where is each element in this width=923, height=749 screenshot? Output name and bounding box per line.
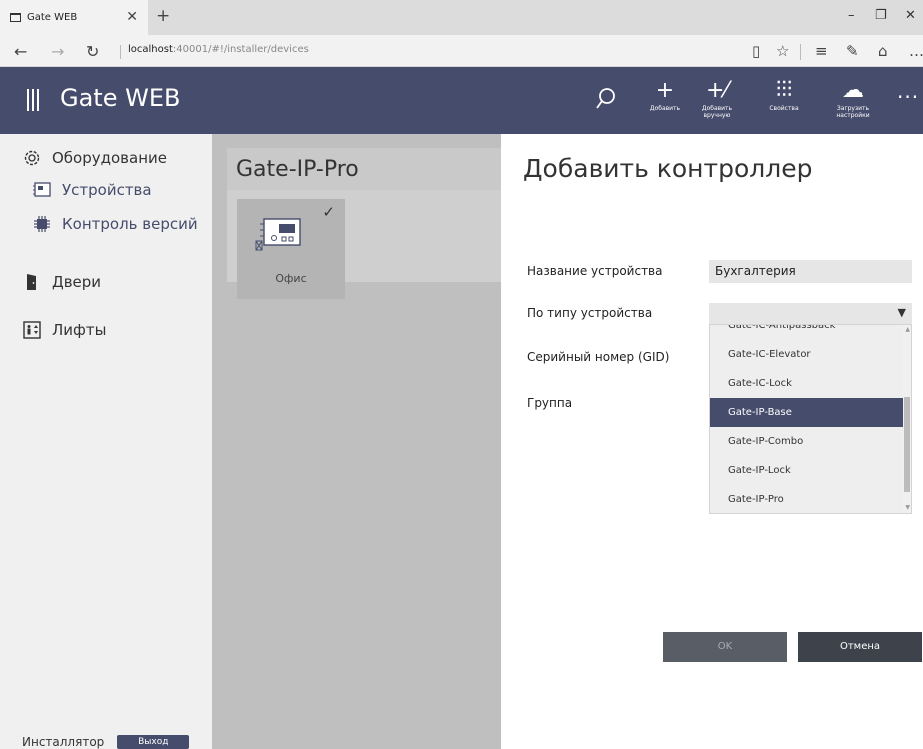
sliders-icon: ⫶⫶⫶ xyxy=(775,78,793,103)
scroll-up-icon[interactable]: ▲ xyxy=(905,326,910,333)
window-close-icon[interactable]: ✕ xyxy=(905,8,916,23)
dropdown-arrow-icon[interactable]: ▼ xyxy=(898,306,906,319)
dropdown-option-selected[interactable]: Gate-IP-Base xyxy=(710,398,905,427)
device-name-input[interactable]: Бухгалтерия xyxy=(709,260,912,283)
sidebar-item-label: Устройства xyxy=(62,181,152,199)
refresh-icon[interactable]: ↻ xyxy=(86,42,99,61)
dropdown-option[interactable]: Gate-IC-Lock xyxy=(710,369,905,398)
door-icon xyxy=(22,272,42,292)
logout-button[interactable]: Выход xyxy=(117,735,190,749)
tab-title: Gate WEB xyxy=(27,12,78,23)
favorite-star-icon[interactable]: ☆ xyxy=(776,42,789,60)
back-icon[interactable]: ← xyxy=(14,42,27,61)
web-note-icon[interactable]: ✎ xyxy=(846,42,859,60)
elevator-icon xyxy=(22,320,42,340)
device-name: Офис xyxy=(275,272,307,285)
new-tab-icon[interactable]: + xyxy=(156,6,170,26)
sidebar-footer: Инсталлятор Выход xyxy=(22,735,190,749)
add-manual-button-label: Добавить вручную xyxy=(701,105,733,119)
device-type-select[interactable]: ▼ xyxy=(709,303,912,324)
serial-label: Серийный номер (GID) xyxy=(527,350,670,364)
dropdown-option[interactable]: Gate-IP-Lock xyxy=(710,456,905,485)
device-card[interactable]: ✓ Офис xyxy=(237,199,345,299)
sidebar-item-label: Лифты xyxy=(52,321,107,339)
more-icon[interactable]: ··· xyxy=(897,85,919,109)
device-group-panel: Gate-IP-Pro ✓ Офис xyxy=(227,148,517,299)
share-icon[interactable]: ⌂ xyxy=(878,42,888,60)
upload-settings-button-label: Загрузить настройки xyxy=(836,105,870,119)
chip-icon xyxy=(32,214,52,234)
sidebar-item-doors[interactable]: Двери xyxy=(22,272,101,292)
device-type-dropdown: Gate-IC-Antipassback Gate-IC-Elevator Ga… xyxy=(709,324,912,514)
add-button[interactable]: + Добавить xyxy=(639,77,691,112)
app-title: Gate WEB xyxy=(60,84,181,112)
sidebar-item-label: Двери xyxy=(52,273,102,291)
browser-more-icon[interactable]: … xyxy=(909,42,923,60)
ok-button[interactable]: OK xyxy=(663,632,787,662)
scroll-down-icon[interactable]: ▼ xyxy=(905,504,910,511)
device-type-label: По типу устройства xyxy=(527,306,653,320)
cancel-button[interactable]: Отмена xyxy=(798,632,922,662)
add-manual-button[interactable]: +⁄ Добавить вручную xyxy=(691,77,743,119)
url-field[interactable]: localhost:40001/#!/installer/devices xyxy=(128,44,309,55)
check-icon: ✓ xyxy=(322,203,335,221)
browser-tab[interactable]: Gate WEB ✕ xyxy=(0,0,148,35)
device-group-header: Gate-IP-Pro xyxy=(227,148,517,190)
sidebar-item-version-control[interactable]: Контроль версий xyxy=(32,214,198,234)
address-bar: ← → ↻ localhost:40001/#!/installer/devic… xyxy=(0,35,923,67)
dropdown-option[interactable]: Gate-IC-Elevator xyxy=(710,340,905,369)
dropdown-option[interactable]: Gate-IP-Combo xyxy=(710,427,905,456)
tab-close-icon[interactable]: ✕ xyxy=(126,9,138,25)
scrollbar-thumb[interactable] xyxy=(904,397,910,492)
dialog-title: Добавить контроллер xyxy=(523,154,813,183)
browser-tab-bar: Gate WEB ✕ + – ❐ ✕ xyxy=(0,0,923,35)
controller-board-icon xyxy=(255,218,301,251)
reading-view-icon[interactable]: ▯ xyxy=(752,42,760,60)
user-role: Инсталлятор xyxy=(22,735,105,749)
menu-icon[interactable] xyxy=(27,89,39,111)
restore-icon[interactable]: ❐ xyxy=(875,8,887,23)
minimize-icon[interactable]: – xyxy=(848,8,855,23)
search-icon[interactable] xyxy=(595,87,617,111)
url-separator xyxy=(120,45,121,59)
device-group-title: Gate-IP-Pro xyxy=(236,157,359,182)
toolbar-separator xyxy=(800,44,801,60)
app-header: Gate WEB + Добавить +⁄ Добавить вручную … xyxy=(0,67,923,134)
device-board-icon xyxy=(32,180,52,200)
dropdown-option[interactable]: Gate-IP-Pro xyxy=(710,485,905,513)
add-button-label: Добавить xyxy=(649,105,681,112)
plus-icon: + xyxy=(655,78,675,103)
sidebar-item-label: Контроль версий xyxy=(62,215,198,233)
group-label: Группа xyxy=(527,396,573,410)
device-name-label: Название устройства xyxy=(527,264,663,278)
properties-button[interactable]: ⫶⫶⫶ Свойства xyxy=(758,77,810,112)
forward-icon[interactable]: → xyxy=(51,42,64,61)
url-host: localhost xyxy=(128,44,173,55)
add-controller-panel: Добавить контроллер Название устройства … xyxy=(501,134,923,749)
cloud-upload-icon: ☁ xyxy=(842,78,864,103)
url-path: :40001/#!/installer/devices xyxy=(172,44,309,55)
sidebar-item-label: Оборудование xyxy=(52,149,167,167)
dropdown-option[interactable]: Gate-IC-Antipassback xyxy=(710,325,905,340)
sidebar-item-equipment[interactable]: Оборудование xyxy=(22,148,167,168)
sidebar-item-elevators[interactable]: Лифты xyxy=(22,320,106,340)
sidebar-item-devices[interactable]: Устройства xyxy=(32,180,152,200)
sidebar: Оборудование Устройства Контроль версий … xyxy=(0,134,212,749)
hub-icon[interactable]: ≡ xyxy=(815,42,828,60)
gear-icon xyxy=(22,148,42,168)
dropdown-scrollbar[interactable]: ▲ ▼ xyxy=(903,325,911,513)
properties-button-label: Свойства xyxy=(769,105,799,112)
add-manual-icon: +⁄ xyxy=(705,78,729,103)
upload-settings-button[interactable]: ☁ Загрузить настройки xyxy=(827,77,879,119)
tab-window-icon xyxy=(10,13,21,22)
